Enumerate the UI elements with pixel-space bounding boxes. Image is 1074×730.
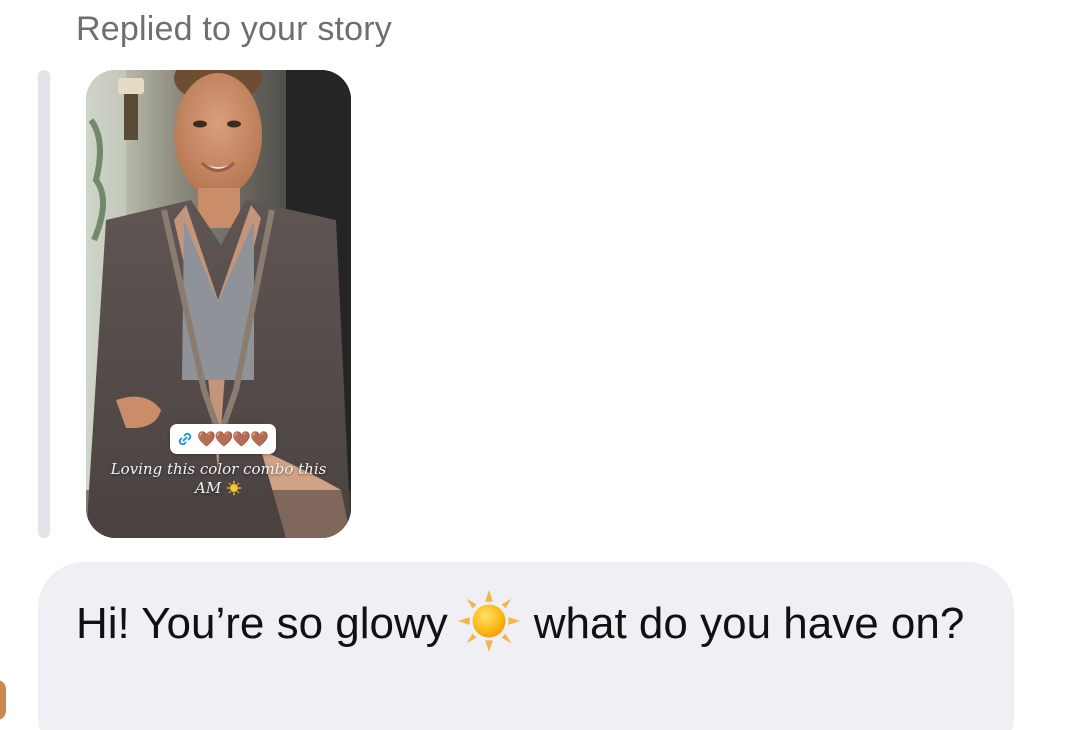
story-caption: Loving this color combo this AM — [106, 460, 331, 498]
link-icon — [178, 432, 192, 446]
link-sticker[interactable]: 🤎🤎🤎🤎 — [170, 424, 276, 454]
message-text: Hi! You’re so glowy what do you have on? — [76, 590, 976, 652]
reply-indicator-bar — [38, 70, 50, 538]
replied-to-story-label: Replied to your story — [76, 10, 393, 48]
story-preview[interactable]: 🤎🤎🤎🤎 Loving this color combo this AM — [86, 70, 351, 538]
dm-thread: Replied to your story 🤎🤎🤎🤎 Loving this c… — [0, 0, 1074, 730]
sun-icon — [225, 480, 242, 496]
story-caption-line-1: Loving this color combo this — [110, 460, 327, 478]
story-caption-line-2: AM — [195, 479, 222, 497]
brown-hearts-emoji: 🤎🤎🤎🤎 — [197, 430, 269, 448]
message-bubble[interactable]: Hi! You’re so glowy what do you have on? — [38, 562, 1014, 730]
sender-avatar[interactable] — [0, 680, 6, 720]
message-text-end: what do you have on? — [533, 599, 965, 648]
message-text-start: Hi! You’re so glowy — [76, 599, 448, 648]
sun-emoji-icon — [457, 590, 520, 652]
